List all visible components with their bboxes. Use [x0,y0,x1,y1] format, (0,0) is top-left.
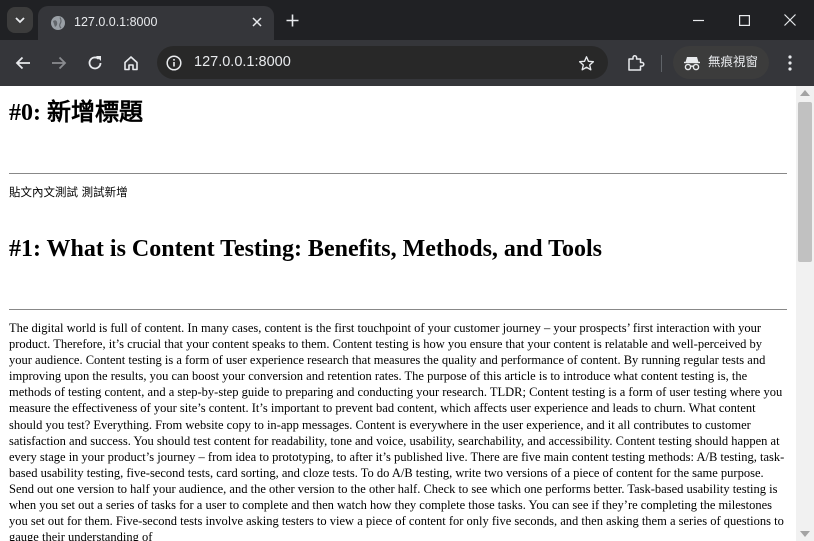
new-tab-button[interactable] [282,10,302,30]
scroll-up-arrow-icon[interactable] [800,90,810,96]
close-icon [784,14,796,26]
incognito-icon [684,57,700,71]
back-button[interactable] [11,51,35,75]
incognito-indicator[interactable]: 無痕視窗 [673,46,769,79]
url-text[interactable]: 127.0.0.1:8000 [194,54,291,71]
bookmark-button[interactable] [576,53,596,73]
close-icon [252,17,262,27]
post-body: 貼文內文測試 測試新增 [9,185,128,199]
puzzle-icon [628,54,645,71]
minimize-icon [692,19,704,21]
address-bar[interactable]: 127.0.0.1:8000 [157,46,608,79]
browser-menu-button[interactable] [779,52,801,74]
minimize-button[interactable] [675,0,721,40]
page-content: #0: 新增標題 貼文內文測試 測試新增 #1: What is Content… [9,86,787,541]
reload-button[interactable] [83,51,107,75]
plus-icon [286,14,298,26]
tab-close-button[interactable] [248,13,266,31]
post-divider [9,309,787,310]
page-viewport: #0: 新增標題 貼文內文測試 測試新增 #1: What is Content… [0,86,814,541]
maximize-icon [738,14,750,26]
tab-search-button[interactable] [7,7,33,33]
arrow-left-icon [15,56,30,70]
maximize-button[interactable] [721,0,767,40]
toolbar-divider [661,55,662,72]
vertical-scrollbar[interactable] [796,86,814,541]
chevron-down-icon [15,17,25,24]
globe-icon [51,16,65,30]
post-heading: #1: What is Content Testing: Benefits, M… [9,236,602,262]
window-close-button[interactable] [767,0,813,40]
info-icon [166,55,182,71]
browser-toolbar: 127.0.0.1:8000 無痕視窗 [0,40,814,86]
extensions-button[interactable] [625,52,647,74]
arrow-right-icon [52,56,67,70]
scroll-down-arrow-icon[interactable] [800,531,810,537]
post-body: The digital world is full of content. In… [9,321,785,541]
scrollbar-thumb[interactable] [798,102,812,262]
home-icon [124,56,138,71]
site-info-button[interactable] [164,53,184,73]
star-icon [578,55,594,70]
more-vert-icon [788,55,792,71]
forward-button[interactable] [47,51,71,75]
tab-strip: 127.0.0.1:8000 [0,0,814,40]
reload-icon [88,56,102,70]
post-heading: #0: 新增標題 [9,100,143,126]
browser-tab[interactable]: 127.0.0.1:8000 [38,6,274,40]
post-divider [9,173,787,174]
incognito-label: 無痕視窗 [708,55,759,69]
home-button[interactable] [119,51,143,75]
tab-title: 127.0.0.1:8000 [74,15,158,29]
